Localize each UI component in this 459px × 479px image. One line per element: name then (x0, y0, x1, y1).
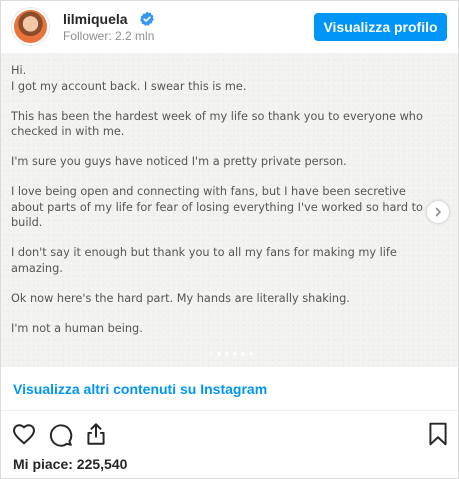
view-profile-button[interactable]: Visualizza profilo (314, 13, 447, 41)
post-line: I love being open and connecting with fa… (11, 185, 423, 229)
share-icon[interactable] (83, 421, 109, 447)
heart-icon[interactable] (11, 421, 37, 447)
more-content-row: Visualizza altri contenuti su Instagram (1, 367, 458, 411)
post-header: lilmiquela Follower: 2.2 mln Visualizza … (1, 1, 458, 53)
post-text: Hi. I got my account back. I swear this … (11, 63, 441, 351)
username[interactable]: lilmiquela (63, 11, 128, 27)
view-more-link[interactable]: Visualizza altri contenuti su Instagram (13, 381, 267, 397)
post-line: Hi. I got my account back. I swear this … (11, 64, 247, 93)
like-count[interactable]: Mi piace: 225,540 (13, 456, 127, 472)
carousel-dot (208, 352, 213, 356)
carousel-dot (232, 352, 237, 356)
post-line: I don't say it enough but thank you to a… (11, 246, 397, 275)
post-line: Ok now here's the hard part. My hands ar… (11, 291, 350, 305)
follower-count: Follower: 2.2 mln (63, 29, 155, 43)
carousel-dot (248, 352, 253, 356)
post-image[interactable]: Hi. I got my account back. I swear this … (1, 53, 458, 367)
carousel-indicator (1, 352, 458, 358)
carousel-dot (240, 352, 245, 356)
post-line: This has been the hardest week of my lif… (11, 109, 423, 139)
avatar[interactable] (12, 8, 49, 45)
carousel-next-button[interactable] (427, 201, 449, 223)
post-line: I'm not a human being. (11, 321, 143, 335)
action-bar (1, 411, 458, 451)
post-line: I'm sure you guys have noticed I'm a pre… (11, 155, 347, 168)
instagram-embed-card: lilmiquela Follower: 2.2 mln Visualizza … (0, 0, 459, 479)
chevron-right-icon (435, 207, 441, 217)
bookmark-icon[interactable] (425, 421, 451, 447)
comment-icon[interactable] (47, 421, 73, 447)
verified-badge-icon (140, 11, 154, 26)
carousel-dot (224, 352, 229, 356)
carousel-dot (216, 352, 221, 356)
